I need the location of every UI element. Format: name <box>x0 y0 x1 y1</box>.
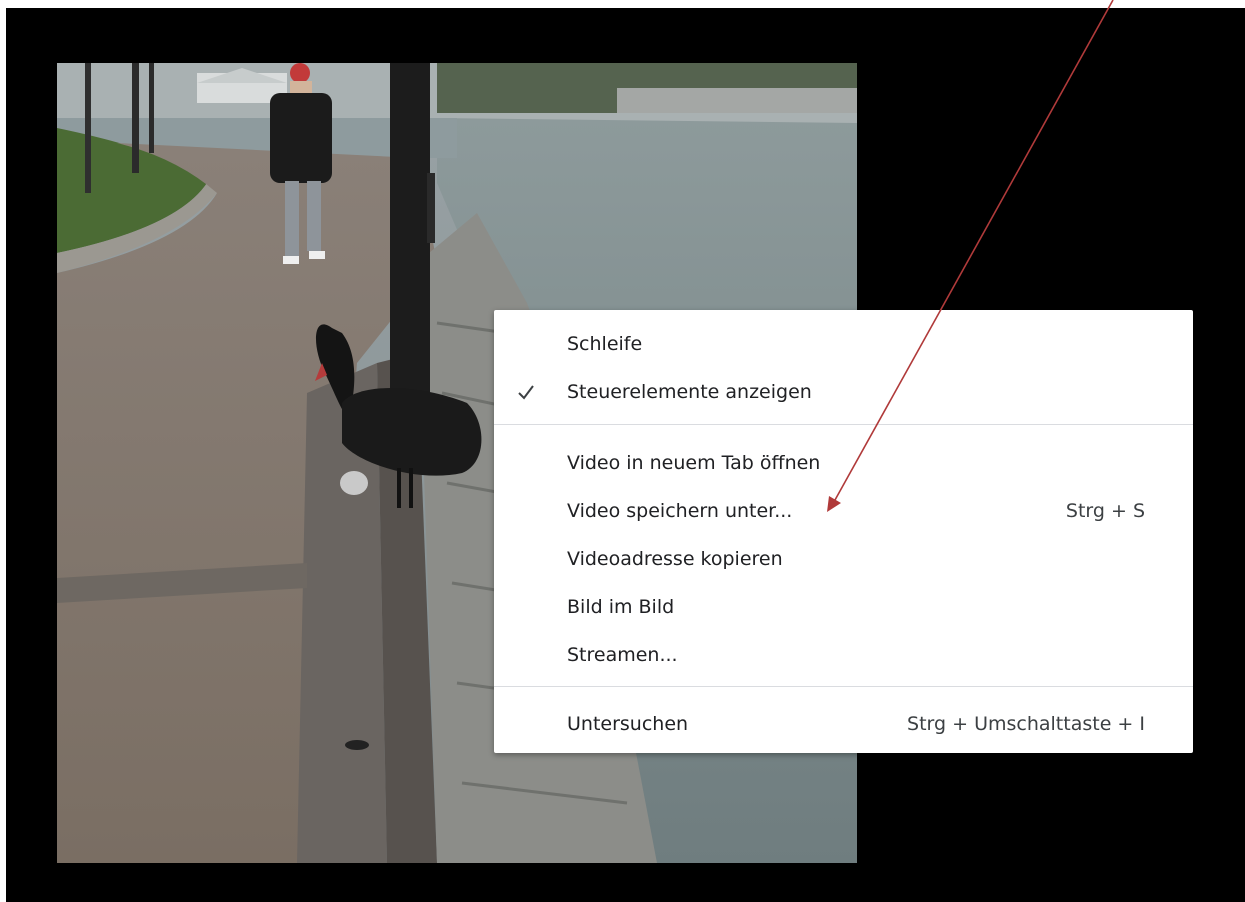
menu-item-label: Videoadresse kopieren <box>567 548 783 570</box>
menu-item-shortcut: Strg + Umschalttaste + I <box>907 713 1145 735</box>
menu-separator <box>494 686 1193 687</box>
menu-item-video-speichern-unter[interactable]: Video speichern unter... Strg + S <box>494 487 1193 535</box>
menu-item-video-in-neuem-tab-oeffnen[interactable]: Video in neuem Tab öffnen <box>494 439 1193 487</box>
menu-item-steuerelemente-anzeigen[interactable]: Steuerelemente anzeigen <box>494 368 1193 416</box>
menu-item-label: Bild im Bild <box>567 596 675 618</box>
menu-item-untersuchen[interactable]: Untersuchen Strg + Umschalttaste + I <box>494 700 1193 748</box>
menu-item-shortcut: Strg + S <box>1065 500 1145 522</box>
context-menu: Schleife Steuerelemente anzeigen Video i… <box>494 310 1193 753</box>
check-icon <box>518 385 534 400</box>
menu-item-schleife[interactable]: Schleife <box>494 320 1193 368</box>
menu-item-label: Steuerelemente anzeigen <box>567 381 812 403</box>
menu-item-label: Schleife <box>567 333 643 355</box>
menu-separator <box>494 424 1193 425</box>
menu-item-streamen[interactable]: Streamen... <box>494 631 1193 679</box>
menu-item-label: Streamen... <box>567 644 678 666</box>
menu-item-label: Video in neuem Tab öffnen <box>567 452 821 474</box>
menu-item-label: Video speichern unter... <box>567 500 793 522</box>
menu-item-videoadresse-kopieren[interactable]: Videoadresse kopieren <box>494 535 1193 583</box>
menu-item-label: Untersuchen <box>567 713 689 735</box>
menu-item-bild-im-bild[interactable]: Bild im Bild <box>494 583 1193 631</box>
